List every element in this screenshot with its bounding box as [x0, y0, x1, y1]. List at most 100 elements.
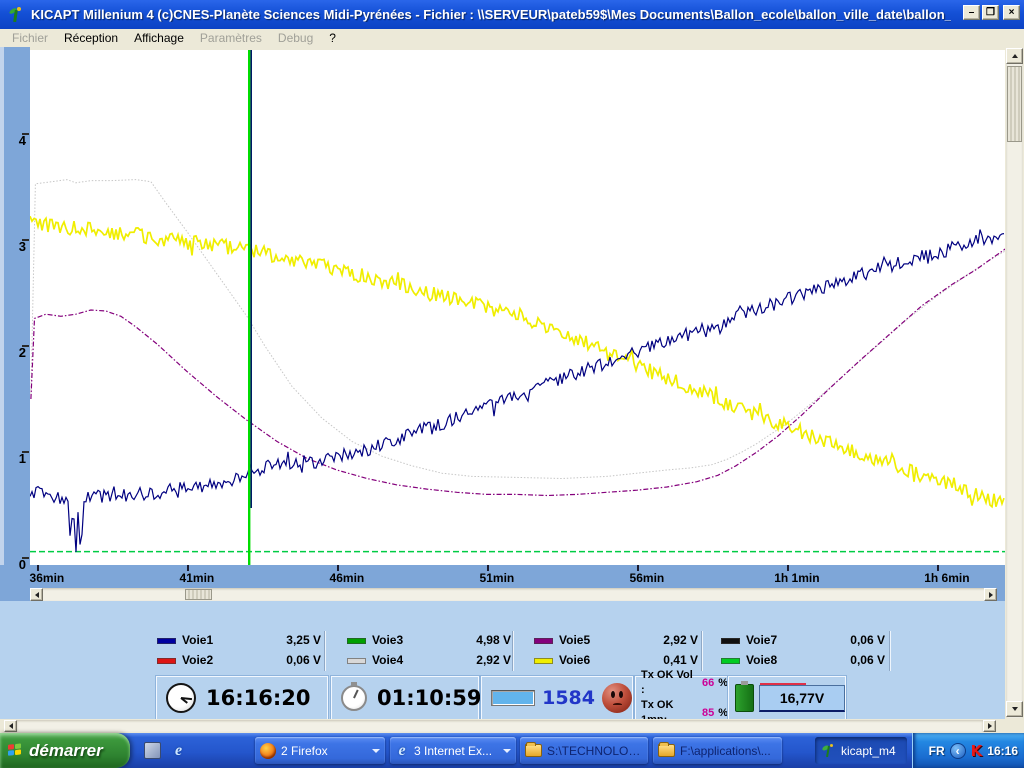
v-scrollbar-thumb[interactable]	[1007, 66, 1022, 142]
frame-progress-bar	[491, 690, 535, 706]
folder-icon	[525, 744, 542, 757]
taskbar-button-label: 3 Internet Ex...	[414, 744, 492, 758]
tx-ok-vol-value: 66	[698, 676, 714, 691]
chart-plot-area[interactable]	[30, 50, 1005, 565]
legend-separator	[324, 631, 326, 671]
tx-ok-vol-unit: %	[718, 676, 728, 691]
h-scrollbar-row	[0, 588, 1005, 601]
legend-separator	[889, 631, 891, 671]
taskbar: démarrer e FR ‹ K 16:16 2 Firefox e 3 Inte…	[0, 733, 1024, 768]
close-button[interactable]: ×	[1003, 5, 1020, 20]
window-title: KICAPT Millenium 4 (c)CNES-Planète Scien…	[31, 7, 951, 22]
start-button[interactable]: démarrer	[0, 733, 130, 768]
down-arrow-icon	[1012, 707, 1018, 711]
time-cursor-line[interactable]	[248, 50, 250, 565]
elapsed-time: 01:10:59	[377, 686, 481, 710]
legend-item-voie5: Voie52,92 V	[534, 632, 702, 650]
frame-count: 1584	[542, 687, 595, 709]
h-scroll-right-button[interactable]	[984, 588, 997, 601]
firefox-icon	[260, 743, 276, 759]
legend-channel-label: Voie7	[746, 633, 777, 647]
minimize-button[interactable]: –	[963, 5, 980, 20]
legend-channel-value: 2,92 V	[439, 653, 511, 667]
chevron-down-icon[interactable]	[372, 749, 380, 753]
series-voie1-line	[30, 230, 1004, 552]
chevron-down-icon[interactable]	[503, 749, 511, 753]
y-axis-label-2: 2	[0, 345, 26, 361]
elapsed-box: 01:10:59	[332, 677, 478, 719]
tray-clock[interactable]: 16:16	[987, 744, 1018, 758]
quicklaunch-app-icon[interactable]	[144, 742, 161, 759]
x-axis-label-3: 51min	[455, 571, 539, 585]
legend-channel-label: Voie4	[372, 653, 403, 667]
kicapt-icon	[820, 743, 836, 759]
quicklaunch-ie-icon[interactable]: e	[170, 742, 187, 759]
x-axis-label-0: 36min	[5, 571, 89, 585]
x-axis-label-4: 56min	[605, 571, 689, 585]
x-axis-label-5: 1h 1min	[755, 571, 839, 585]
v-scroll-down-button[interactable]	[1006, 701, 1023, 717]
h-scroll-left-button[interactable]	[30, 588, 43, 601]
clock-box: 16:16:20	[157, 677, 327, 719]
h-scrollbar-thumb[interactable]	[185, 589, 212, 600]
legend-channel-value: 0,06 V	[813, 633, 885, 647]
y-axis-band	[0, 47, 30, 565]
battery-voltage: 16,77V	[780, 690, 824, 706]
taskbar-button-firefox[interactable]: 2 Firefox	[255, 737, 385, 764]
maximize-button[interactable]: ❐	[982, 5, 999, 20]
taskbar-button-folder-s[interactable]: S:\TECHNOLOG...	[520, 737, 648, 764]
battery-icon	[735, 684, 754, 712]
taskbar-button-label: kicapt_m4	[841, 744, 896, 758]
menu-item-affichage[interactable]: Affichage	[126, 30, 192, 46]
up-arrow-icon	[1012, 54, 1018, 58]
tx-ok-vol-label: Tx OK Vol :	[641, 668, 694, 698]
menu-item-fichier[interactable]: Fichier	[4, 30, 56, 46]
frame-box: 1584	[482, 677, 632, 719]
v-scrollbar-column	[1005, 47, 1024, 719]
menu-bar: FichierRéceptionAffichageParamètresDebug…	[0, 29, 1024, 47]
antivirus-tray-icon[interactable]: K	[971, 742, 983, 760]
ie-icon: e	[395, 742, 409, 759]
desktop: KICAPT Millenium 4 (c)CNES-Planète Scien…	[0, 0, 1024, 768]
taskbar-button-internet-explorer[interactable]: e 3 Internet Ex...	[390, 737, 516, 764]
time-cursor-core-line	[250, 50, 252, 508]
taskbar-button-folder-f[interactable]: F:\applications\...	[653, 737, 782, 764]
menu-item-aide[interactable]: ?	[321, 30, 344, 46]
legend-item-voie1: Voie13,25 V	[157, 632, 325, 650]
legend-item-voie6: Voie60,41 V	[534, 652, 702, 670]
language-indicator[interactable]: FR	[929, 744, 945, 758]
y-axis-label-3: 3	[0, 239, 26, 255]
taskbar-button-label: F:\applications\...	[680, 744, 771, 758]
telemetry-chart	[30, 50, 1005, 565]
bottom-scrollbar-strip	[0, 719, 1024, 733]
v-scroll-up-button[interactable]	[1006, 48, 1023, 64]
battery-voltage-display: 16,77V	[759, 685, 845, 712]
bottom-scroll-left-button[interactable]	[4, 720, 17, 732]
tx-box: Tx OK Vol : 66 % Tx OK 1mn: 85 %	[636, 677, 728, 719]
clock-icon	[166, 683, 196, 713]
legend-channel-value: 0,06 V	[249, 653, 321, 667]
legend-separator	[512, 631, 514, 671]
bottom-scrollbar-track[interactable]	[17, 720, 983, 732]
taskbar-button-kicapt[interactable]: kicapt_m4	[815, 737, 907, 764]
menu-item-reception[interactable]: Réception	[56, 30, 126, 46]
h-scrollbar-track[interactable]	[30, 588, 997, 601]
bottom-scroll-right-button[interactable]	[983, 720, 996, 732]
language-bar-arrow-icon[interactable]: ‹	[950, 743, 966, 759]
left-arrow-icon	[9, 723, 13, 729]
legend-item-voie7: Voie7 0,06 V	[721, 632, 889, 650]
battery-box: 16,77V	[729, 677, 845, 719]
title-bar[interactable]: KICAPT Millenium 4 (c)CNES-Planète Scien…	[0, 0, 1024, 29]
clock-time: 16:16:20	[206, 686, 310, 710]
legend-channel-label: Voie5	[559, 633, 590, 647]
v-scrollbar-track[interactable]	[1006, 48, 1023, 718]
legend-color-chip	[157, 638, 176, 644]
x-axis-label-1: 41min	[155, 571, 239, 585]
legend-item-voie8: Voie80,06 V	[721, 652, 889, 670]
menu-item-parametres[interactable]: Paramètres	[192, 30, 270, 46]
legend-color-chip	[721, 638, 740, 644]
series-voie6-line	[30, 216, 1004, 507]
system-tray: FR ‹ K 16:16	[912, 733, 1024, 768]
legend-channel-label: Voie2	[182, 653, 213, 667]
menu-item-debug[interactable]: Debug	[270, 30, 321, 46]
